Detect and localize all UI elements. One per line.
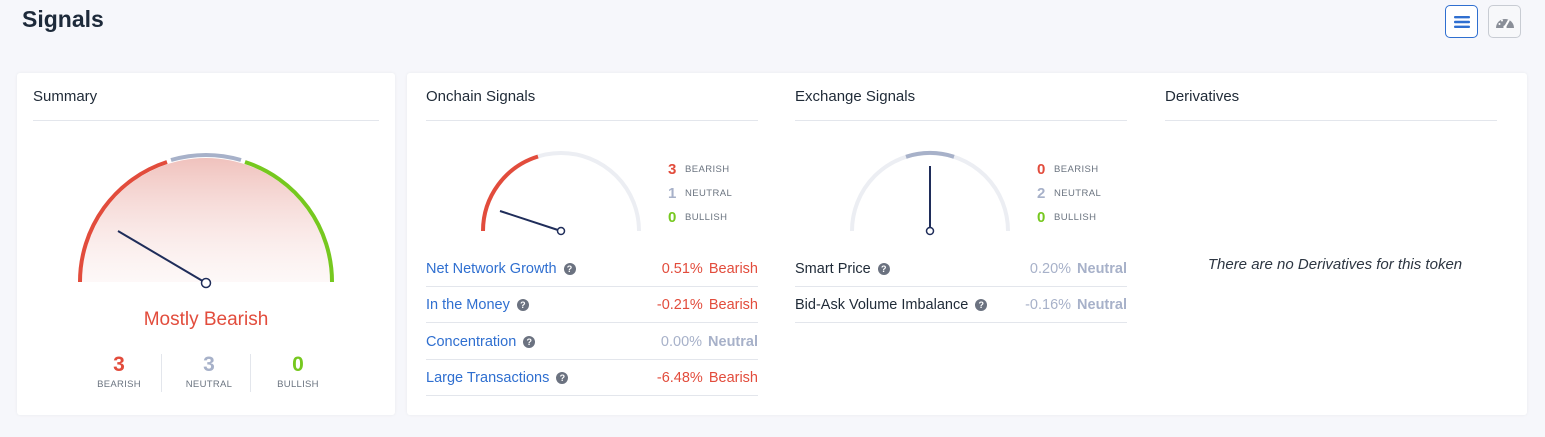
exchange-bullish-count: 0: [1037, 208, 1046, 226]
derivatives-title: Derivatives: [1165, 88, 1240, 105]
summary-count-bearish: 3 BEARISH: [75, 353, 163, 390]
onchain-bearish-count: 3: [668, 160, 677, 178]
signal-status: Bearish: [708, 296, 758, 313]
onchain-row: Concentration? 0.00% Neutral: [426, 324, 758, 360]
exchange-needle-pivot: [925, 226, 935, 236]
exchange-gauge: [850, 151, 1010, 236]
signal-label: Bid-Ask Volume Imbalance?: [795, 296, 988, 313]
signals-card: Onchain Signals 3 BEARISH 1 NEUTRAL 0 BULLI…: [407, 73, 1527, 415]
summary-verdict: Mostly Bearish: [143, 309, 269, 330]
help-icon[interactable]: ?: [556, 371, 569, 384]
summary-count-bullish-value: 0: [292, 353, 304, 376]
exchange-arc-neutral: [905, 151, 955, 159]
signal-status: Neutral: [708, 333, 758, 350]
summary-count-neutral: 3 NEUTRAL: [165, 353, 253, 390]
help-icon[interactable]: ?: [523, 335, 536, 348]
onchain-needle: [499, 210, 562, 232]
signal-percent: 0.51%: [661, 260, 703, 277]
exchange-divider: [795, 120, 1127, 121]
signal-status: Neutral: [1077, 260, 1127, 277]
onchain-legend: 3 BEARISH 1 NEUTRAL 0 BULLISH: [668, 157, 732, 229]
signal-name: In the Money: [426, 296, 510, 313]
exchange-bearish-label: BEARISH: [1054, 163, 1099, 175]
onchain-divider: [426, 120, 758, 121]
exchange-title: Exchange Signals: [795, 88, 916, 105]
summary-count-neutral-value: 3: [203, 353, 215, 376]
derivatives-empty-message: There are no Derivatives for this token: [1207, 256, 1463, 273]
onchain-row: Large Transactions? -6.48% Bearish: [426, 360, 758, 396]
help-icon[interactable]: ?: [516, 298, 529, 311]
signal-link[interactable]: In the Money?: [426, 297, 529, 313]
signal-label: Smart Price?: [795, 261, 890, 277]
onchain-neutral-count: 1: [668, 184, 677, 202]
signal-percent: -0.16%: [1025, 296, 1072, 313]
onchain-row: Net Network Growth? 0.51% Bearish: [426, 251, 758, 287]
signal-percent: 0.00%: [660, 333, 703, 350]
onchain-bearish-label: BEARISH: [685, 163, 730, 175]
onchain-bullish-count: 0: [668, 208, 677, 226]
help-icon[interactable]: ?: [877, 262, 890, 275]
signal-percent: -0.21%: [656, 296, 703, 313]
signal-link[interactable]: Concentration?: [426, 333, 536, 350]
signal-name: Concentration: [426, 333, 517, 350]
summary-needle-pivot: [200, 277, 212, 289]
signal-name: Large Transactions: [426, 369, 550, 386]
gauge-view-button[interactable]: [1488, 5, 1521, 38]
exchange-row: Smart Price? 0.20% Neutral: [795, 251, 1127, 287]
derivatives-divider: [1165, 120, 1497, 121]
summary-count-bearish-value: 3: [113, 353, 125, 376]
summary-count-bullish-label: BULLISH: [277, 379, 319, 390]
signal-percent: 0.20%: [1029, 260, 1072, 277]
signal-name: Net Network Growth: [426, 260, 557, 277]
summary-count-bullish: 0 BULLISH: [254, 353, 342, 390]
count-separator: [161, 354, 162, 392]
summary-count-neutral-label: NEUTRAL: [185, 379, 233, 390]
signal-status: Neutral: [1077, 296, 1127, 313]
signal-status: Bearish: [708, 369, 758, 386]
onchain-needle-pivot: [556, 226, 566, 236]
help-icon[interactable]: ?: [975, 298, 988, 311]
exchange-legend: 0 BEARISH 2 NEUTRAL 0 BULLISH: [1037, 157, 1101, 229]
signal-status: Bearish: [708, 260, 758, 277]
onchain-title: Onchain Signals: [426, 88, 536, 105]
summary-count-bearish-label: BEARISH: [97, 379, 141, 390]
exchange-neutral-count: 2: [1037, 184, 1046, 202]
signal-name: Smart Price: [795, 260, 871, 277]
gauge-view-icon: [1495, 18, 1514, 29]
list-view-icon: [1453, 15, 1470, 28]
exchange-bullish-label: BULLISH: [1054, 211, 1097, 223]
signal-link[interactable]: Net Network Growth?: [426, 261, 576, 277]
signal-percent: -6.48%: [656, 369, 703, 386]
list-view-button[interactable]: [1445, 5, 1478, 38]
onchain-gauge-track: [481, 151, 641, 232]
count-separator: [250, 354, 251, 392]
exchange-row: Bid-Ask Volume Imbalance? -0.16% Neutral: [795, 287, 1127, 323]
summary-gauge: [77, 153, 335, 289]
summary-gauge-fill: [82, 158, 330, 282]
exchange-bearish-count: 0: [1037, 160, 1046, 178]
onchain-row: In the Money? -0.21% Bearish: [426, 287, 758, 323]
summary-card: Summary Mostly Bearish 3 BEARISH 3 NEUTR…: [17, 73, 395, 415]
onchain-gauge: [481, 151, 641, 236]
signal-name: Bid-Ask Volume Imbalance: [795, 296, 969, 313]
signal-link[interactable]: Large Transactions?: [426, 369, 569, 386]
help-icon[interactable]: ?: [563, 262, 576, 275]
exchange-neutral-label: NEUTRAL: [1054, 187, 1102, 199]
onchain-bullish-label: BULLISH: [685, 211, 728, 223]
onchain-neutral-label: NEUTRAL: [685, 187, 733, 199]
page-title: Signals: [22, 6, 104, 32]
